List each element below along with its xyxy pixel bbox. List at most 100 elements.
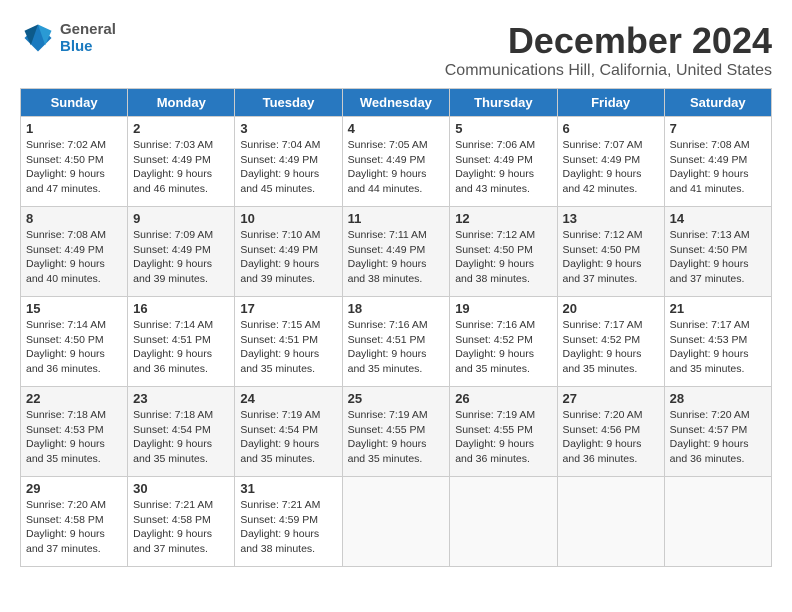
daylight-text: Daylight: 9 hours and 35 minutes.	[26, 438, 105, 465]
sunset-text: Sunset: 4:50 PM	[26, 334, 104, 346]
sunset-text: Sunset: 4:49 PM	[26, 244, 104, 256]
day-number: 25	[348, 391, 445, 406]
day-number: 6	[563, 121, 659, 136]
sunrise-text: Sunrise: 7:05 AM	[348, 139, 428, 151]
sunset-text: Sunset: 4:49 PM	[133, 244, 211, 256]
daylight-text: Daylight: 9 hours and 35 minutes.	[240, 348, 319, 375]
day-content: Sunrise: 7:21 AM Sunset: 4:59 PM Dayligh…	[240, 498, 336, 557]
calendar-cell: 1 Sunrise: 7:02 AM Sunset: 4:50 PM Dayli…	[21, 117, 128, 207]
daylight-text: Daylight: 9 hours and 36 minutes.	[133, 348, 212, 375]
calendar-week-row: 15 Sunrise: 7:14 AM Sunset: 4:50 PM Dayl…	[21, 297, 772, 387]
daylight-text: Daylight: 9 hours and 36 minutes.	[455, 438, 534, 465]
calendar-cell: 27 Sunrise: 7:20 AM Sunset: 4:56 PM Dayl…	[557, 387, 664, 477]
sunrise-text: Sunrise: 7:08 AM	[26, 229, 106, 241]
day-number: 13	[563, 211, 659, 226]
calendar-cell: 6 Sunrise: 7:07 AM Sunset: 4:49 PM Dayli…	[557, 117, 664, 207]
sunset-text: Sunset: 4:50 PM	[563, 244, 641, 256]
calendar-cell: 19 Sunrise: 7:16 AM Sunset: 4:52 PM Dayl…	[450, 297, 557, 387]
day-number: 2	[133, 121, 229, 136]
daylight-text: Daylight: 9 hours and 36 minutes.	[670, 438, 749, 465]
day-number: 24	[240, 391, 336, 406]
calendar-cell: 11 Sunrise: 7:11 AM Sunset: 4:49 PM Dayl…	[342, 207, 450, 297]
sunrise-text: Sunrise: 7:02 AM	[26, 139, 106, 151]
day-content: Sunrise: 7:17 AM Sunset: 4:52 PM Dayligh…	[563, 318, 659, 377]
sunrise-text: Sunrise: 7:13 AM	[670, 229, 750, 241]
calendar-cell: 18 Sunrise: 7:16 AM Sunset: 4:51 PM Dayl…	[342, 297, 450, 387]
sunset-text: Sunset: 4:49 PM	[348, 244, 426, 256]
calendar-header-row: Sunday Monday Tuesday Wednesday Thursday…	[21, 89, 772, 117]
day-number: 3	[240, 121, 336, 136]
day-number: 21	[670, 301, 766, 316]
sunset-text: Sunset: 4:49 PM	[133, 154, 211, 166]
day-content: Sunrise: 7:16 AM Sunset: 4:51 PM Dayligh…	[348, 318, 445, 377]
daylight-text: Daylight: 9 hours and 41 minutes.	[670, 168, 749, 195]
daylight-text: Daylight: 9 hours and 38 minutes.	[348, 258, 427, 285]
logo: General Blue	[20, 20, 116, 56]
day-content: Sunrise: 7:09 AM Sunset: 4:49 PM Dayligh…	[133, 228, 229, 287]
day-number: 16	[133, 301, 229, 316]
day-number: 1	[26, 121, 122, 136]
daylight-text: Daylight: 9 hours and 37 minutes.	[133, 528, 212, 555]
day-content: Sunrise: 7:08 AM Sunset: 4:49 PM Dayligh…	[670, 138, 766, 197]
sunset-text: Sunset: 4:49 PM	[455, 154, 533, 166]
calendar-cell: 15 Sunrise: 7:14 AM Sunset: 4:50 PM Dayl…	[21, 297, 128, 387]
sunset-text: Sunset: 4:51 PM	[133, 334, 211, 346]
sunset-text: Sunset: 4:50 PM	[26, 154, 104, 166]
day-number: 11	[348, 211, 445, 226]
calendar-cell: 16 Sunrise: 7:14 AM Sunset: 4:51 PM Dayl…	[128, 297, 235, 387]
col-tuesday: Tuesday	[235, 89, 342, 117]
col-sunday: Sunday	[21, 89, 128, 117]
sunset-text: Sunset: 4:51 PM	[240, 334, 318, 346]
calendar-cell	[450, 477, 557, 567]
sunset-text: Sunset: 4:56 PM	[563, 424, 641, 436]
day-number: 9	[133, 211, 229, 226]
calendar-cell: 12 Sunrise: 7:12 AM Sunset: 4:50 PM Dayl…	[450, 207, 557, 297]
daylight-text: Daylight: 9 hours and 40 minutes.	[26, 258, 105, 285]
day-content: Sunrise: 7:20 AM Sunset: 4:58 PM Dayligh…	[26, 498, 122, 557]
sunset-text: Sunset: 4:49 PM	[240, 244, 318, 256]
day-number: 10	[240, 211, 336, 226]
sunrise-text: Sunrise: 7:17 AM	[563, 319, 643, 331]
daylight-text: Daylight: 9 hours and 43 minutes.	[455, 168, 534, 195]
page-header: General Blue December 2024 Communication…	[20, 20, 772, 80]
day-number: 5	[455, 121, 551, 136]
day-content: Sunrise: 7:04 AM Sunset: 4:49 PM Dayligh…	[240, 138, 336, 197]
daylight-text: Daylight: 9 hours and 44 minutes.	[348, 168, 427, 195]
sunrise-text: Sunrise: 7:03 AM	[133, 139, 213, 151]
sunrise-text: Sunrise: 7:14 AM	[133, 319, 213, 331]
sunset-text: Sunset: 4:54 PM	[240, 424, 318, 436]
calendar-cell: 26 Sunrise: 7:19 AM Sunset: 4:55 PM Dayl…	[450, 387, 557, 477]
day-content: Sunrise: 7:21 AM Sunset: 4:58 PM Dayligh…	[133, 498, 229, 557]
day-number: 31	[240, 481, 336, 496]
sunrise-text: Sunrise: 7:19 AM	[348, 409, 428, 421]
day-number: 4	[348, 121, 445, 136]
sunrise-text: Sunrise: 7:10 AM	[240, 229, 320, 241]
sunset-text: Sunset: 4:55 PM	[348, 424, 426, 436]
logo-text: General Blue	[60, 21, 116, 55]
sunset-text: Sunset: 4:52 PM	[563, 334, 641, 346]
day-content: Sunrise: 7:11 AM Sunset: 4:49 PM Dayligh…	[348, 228, 445, 287]
day-content: Sunrise: 7:16 AM Sunset: 4:52 PM Dayligh…	[455, 318, 551, 377]
calendar-week-row: 22 Sunrise: 7:18 AM Sunset: 4:53 PM Dayl…	[21, 387, 772, 477]
sunrise-text: Sunrise: 7:06 AM	[455, 139, 535, 151]
sunrise-text: Sunrise: 7:16 AM	[348, 319, 428, 331]
calendar-week-row: 8 Sunrise: 7:08 AM Sunset: 4:49 PM Dayli…	[21, 207, 772, 297]
col-monday: Monday	[128, 89, 235, 117]
sunrise-text: Sunrise: 7:20 AM	[563, 409, 643, 421]
sunset-text: Sunset: 4:49 PM	[348, 154, 426, 166]
sunrise-text: Sunrise: 7:08 AM	[670, 139, 750, 151]
calendar-cell	[342, 477, 450, 567]
sunrise-text: Sunrise: 7:12 AM	[455, 229, 535, 241]
day-number: 17	[240, 301, 336, 316]
calendar-cell: 9 Sunrise: 7:09 AM Sunset: 4:49 PM Dayli…	[128, 207, 235, 297]
col-friday: Friday	[557, 89, 664, 117]
sunrise-text: Sunrise: 7:20 AM	[26, 499, 106, 511]
sunrise-text: Sunrise: 7:21 AM	[240, 499, 320, 511]
day-number: 14	[670, 211, 766, 226]
sunset-text: Sunset: 4:49 PM	[563, 154, 641, 166]
day-content: Sunrise: 7:07 AM Sunset: 4:49 PM Dayligh…	[563, 138, 659, 197]
sunrise-text: Sunrise: 7:09 AM	[133, 229, 213, 241]
day-content: Sunrise: 7:17 AM Sunset: 4:53 PM Dayligh…	[670, 318, 766, 377]
calendar-cell: 14 Sunrise: 7:13 AM Sunset: 4:50 PM Dayl…	[664, 207, 771, 297]
daylight-text: Daylight: 9 hours and 37 minutes.	[670, 258, 749, 285]
